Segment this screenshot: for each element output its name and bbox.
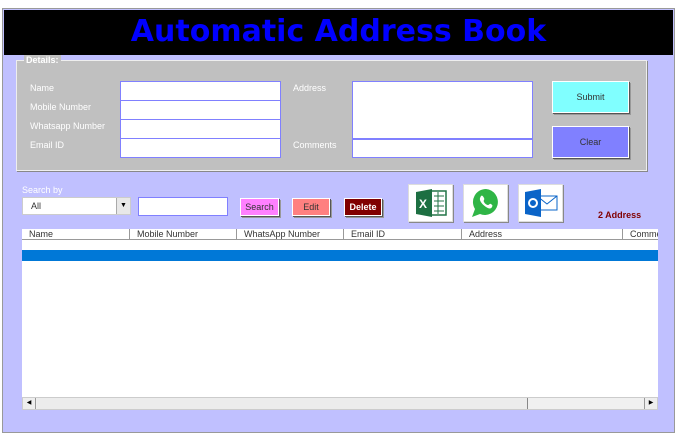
scroll-right-icon[interactable]: ▶: [644, 398, 657, 409]
list-row-selected[interactable]: [22, 250, 658, 261]
address-list[interactable]: Name Mobile Number WhatsApp Number Email…: [22, 229, 658, 410]
chevron-down-icon[interactable]: ▼: [116, 198, 130, 214]
column-header-mobile[interactable]: Mobile Number: [130, 229, 237, 240]
whatsapp-icon: [471, 188, 498, 217]
email-label: Email ID: [30, 140, 65, 150]
column-header-whatsapp[interactable]: WhatsApp Number: [237, 229, 344, 240]
horizontal-scrollbar[interactable]: ◀ ▶: [22, 397, 658, 410]
details-legend: Details:: [24, 55, 61, 65]
address-input[interactable]: [352, 81, 533, 139]
outlook-icon: [524, 189, 557, 217]
search-by-selected: All: [31, 201, 42, 211]
mobile-label: Mobile Number: [30, 102, 92, 112]
whatsapp-input[interactable]: [120, 119, 281, 139]
export-excel-button[interactable]: X: [408, 184, 453, 222]
search-input[interactable]: [138, 197, 228, 216]
search-by-label: Search by: [22, 185, 63, 195]
name-input[interactable]: [120, 81, 281, 101]
whatsapp-label: Whatsapp Number: [30, 121, 106, 131]
email-input[interactable]: [120, 138, 281, 158]
comments-input[interactable]: [352, 139, 533, 158]
column-header-address[interactable]: Address: [462, 229, 623, 240]
mobile-input[interactable]: [120, 100, 281, 120]
excel-icon: X: [415, 189, 447, 217]
search-by-dropdown[interactable]: All ▼: [22, 197, 131, 215]
column-header-email[interactable]: Email ID: [344, 229, 462, 240]
address-label: Address: [293, 83, 327, 93]
name-label: Name: [30, 83, 55, 93]
clear-button[interactable]: Clear: [552, 126, 629, 158]
whatsapp-button[interactable]: [463, 184, 508, 222]
column-header-comments[interactable]: Comme: [623, 229, 658, 240]
delete-button[interactable]: Delete: [344, 198, 382, 216]
submit-button[interactable]: Submit: [552, 81, 629, 113]
outlook-button[interactable]: [518, 184, 563, 222]
search-button[interactable]: Search: [240, 198, 279, 216]
address-count: 2 Address: [598, 210, 642, 220]
comments-label: Comments: [293, 140, 337, 150]
scroll-left-icon[interactable]: ◀: [23, 398, 36, 409]
svg-text:X: X: [419, 197, 427, 211]
column-header-name[interactable]: Name: [22, 229, 130, 240]
page-title: Automatic Address Book: [4, 10, 673, 55]
edit-button[interactable]: Edit: [292, 198, 330, 216]
scrollbar-thumb[interactable]: [37, 398, 528, 409]
